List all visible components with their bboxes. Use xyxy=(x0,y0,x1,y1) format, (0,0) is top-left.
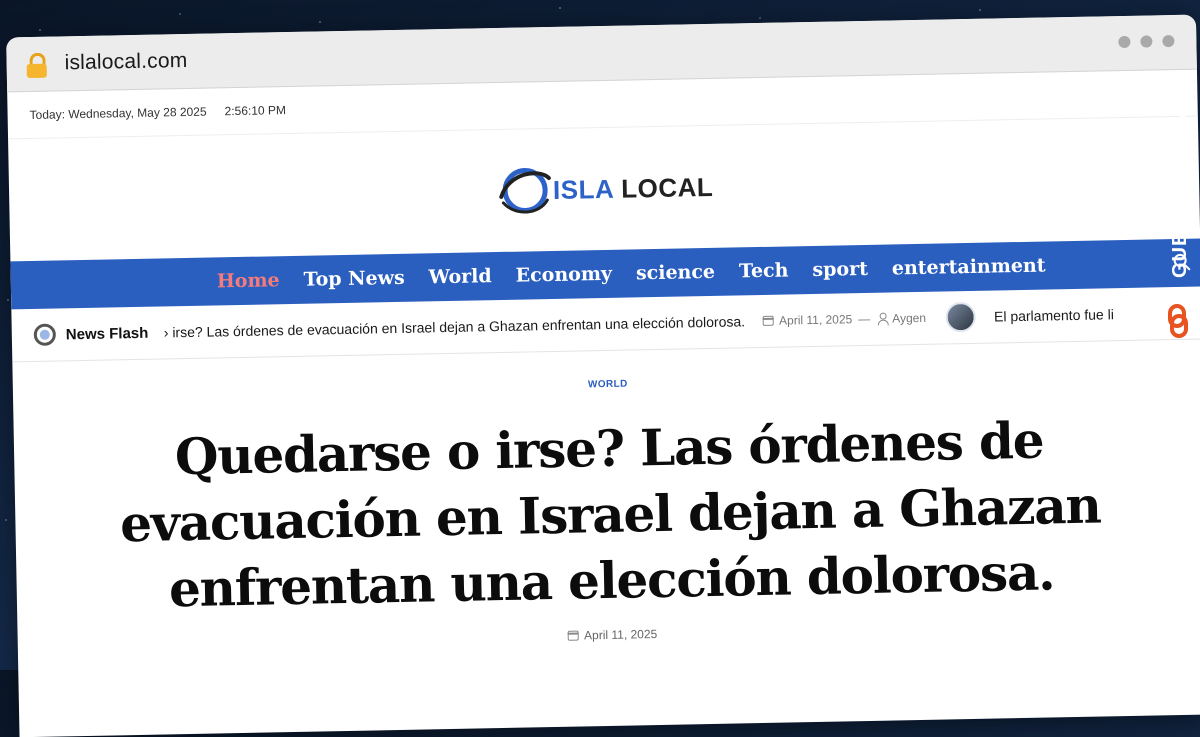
logo-word-isla: ISLA xyxy=(552,173,615,205)
ticker-track: › irse? Las órdenes de evacuación en Isr… xyxy=(164,298,1200,348)
logo-word-local: LOCAL xyxy=(620,171,714,204)
ticker-separator: — xyxy=(858,311,871,327)
ticker-thumbnail[interactable] xyxy=(945,301,977,333)
news-flash-icon xyxy=(33,323,57,346)
browser-window: islalocal.com Today: Wednesday, May 28 2… xyxy=(6,14,1200,737)
nav-item-tech[interactable]: Tech xyxy=(739,259,789,282)
article-date: April 11, 2025 xyxy=(583,627,658,643)
address-bar[interactable]: islalocal.com xyxy=(64,49,187,75)
article-title: Quedarse o irse? Las órdenes de evacuaci… xyxy=(119,410,1102,619)
news-flash-label: News Flash xyxy=(33,321,164,346)
nav-item-entertainment[interactable]: entertainment xyxy=(892,255,1046,280)
header: ISLA LOCAL xyxy=(8,117,1200,262)
current-time: 2:56:10 PM xyxy=(224,103,287,119)
nav-item-economy[interactable]: Economy xyxy=(515,263,612,287)
ticker-date: April 11, 2025 xyxy=(778,312,853,328)
lock-icon xyxy=(26,52,47,79)
window-dot-icon[interactable] xyxy=(1118,35,1131,49)
ticker-next-headline[interactable]: El parlamento fue li xyxy=(994,306,1114,324)
window-controls xyxy=(1118,34,1175,49)
ticker-author[interactable]: Aygen xyxy=(892,311,926,326)
window-dot-icon[interactable] xyxy=(1162,34,1175,48)
nav-item-top-news[interactable]: Top News xyxy=(303,267,404,291)
article-category[interactable]: WORLD xyxy=(13,368,1200,402)
link-chain-icon xyxy=(1168,304,1188,338)
article-header: WORLD Quedarse o irse? Las órdenes de ev… xyxy=(12,340,1200,657)
globe-swoosh-icon xyxy=(499,167,551,214)
article-date-row: April 11, 2025 xyxy=(568,627,657,643)
nav-item-home[interactable]: Home xyxy=(217,269,280,292)
nav-item-sport[interactable]: sport xyxy=(812,258,868,281)
nav-item-world[interactable]: World xyxy=(428,265,491,288)
calendar-icon xyxy=(568,630,580,641)
today-date: Today: Wednesday, May 28 2025 xyxy=(29,104,207,122)
guestpostlinks-watermark: GUESTPOSTLINKS xyxy=(1168,81,1191,338)
user-icon xyxy=(876,313,888,325)
watermark-text: GUESTPOSTLINKS xyxy=(1169,81,1191,278)
site-logo[interactable]: ISLA LOCAL xyxy=(494,159,714,219)
ticker-meta: April 11, 2025 — Aygen xyxy=(762,311,926,328)
calendar-icon xyxy=(762,315,775,326)
window-dot-icon[interactable] xyxy=(1140,35,1153,48)
nav-item-science[interactable]: science xyxy=(636,261,715,285)
ticker-headline[interactable]: › irse? Las órdenes de evacuación en Isr… xyxy=(164,313,746,340)
